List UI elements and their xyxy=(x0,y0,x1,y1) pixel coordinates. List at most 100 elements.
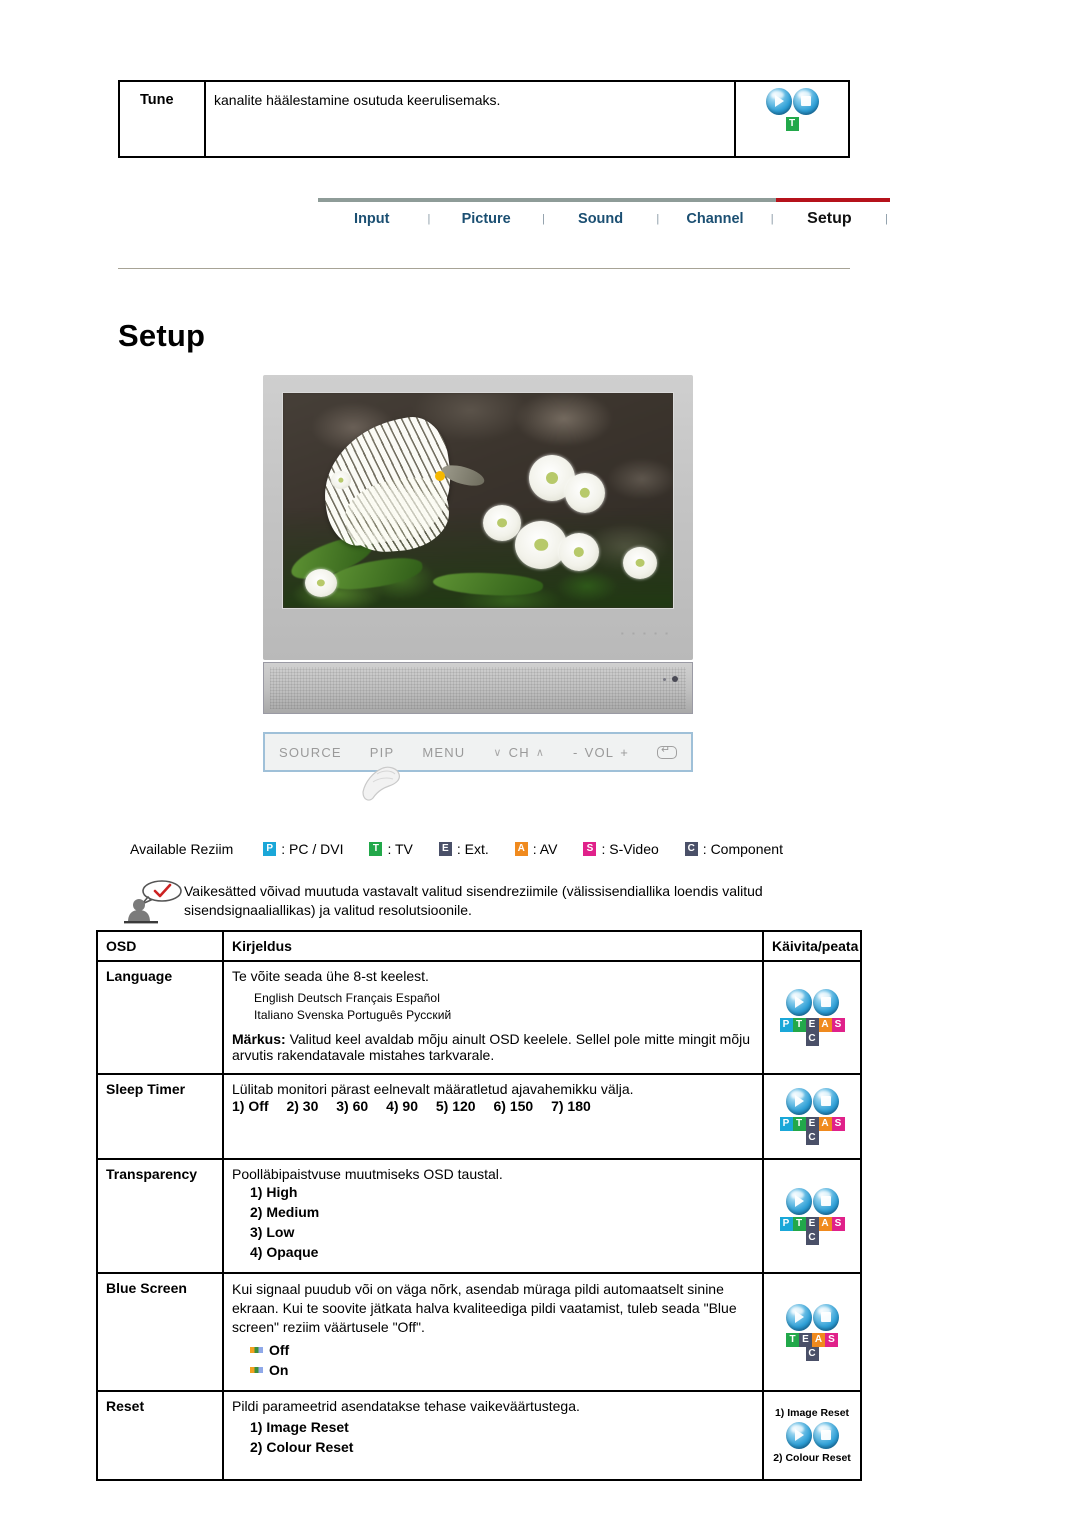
chevron-up-icon[interactable]: ∧ xyxy=(536,746,545,759)
nav-separator: | xyxy=(770,213,774,225)
language-list-line1: English Deutsch Français Español xyxy=(254,991,440,1005)
sleep-timer-description: Lülitab monitori pärast eelnevalt määrat… xyxy=(232,1081,634,1097)
blue-screen-option-on-label: On xyxy=(269,1362,289,1378)
pip-button[interactable]: PIP xyxy=(370,745,395,760)
tune-table: Tune kanalite häälestamine osutuda keeru… xyxy=(118,80,850,158)
butterfly-spot xyxy=(435,471,445,481)
photo-flower xyxy=(623,547,657,579)
photo-flower xyxy=(559,533,599,571)
tune-row-icons: T xyxy=(736,82,848,156)
section-divider xyxy=(118,268,850,269)
nav-separator: | xyxy=(427,213,431,225)
language-note-label: Märkus: xyxy=(232,1031,286,1047)
bullet-icon xyxy=(250,1367,263,1373)
note-person-icon xyxy=(122,880,184,928)
transparency-option-3: 3) Low xyxy=(250,1224,295,1240)
nav-separator: | xyxy=(541,213,545,225)
play-button-icon xyxy=(785,1303,812,1331)
tune-row-label: Tune xyxy=(120,82,206,156)
language-note: Märkus: Valitud keel avaldab mõju ainult… xyxy=(232,1031,754,1063)
tune-row-description: kanalite häälestamine osutuda keerulisem… xyxy=(206,82,736,156)
nav-line-sound xyxy=(546,198,662,202)
chevron-down-icon[interactable]: ∨ xyxy=(493,746,502,759)
mode-badge-c: C xyxy=(805,1131,819,1145)
nav-separator: | xyxy=(656,213,660,225)
mode-badge-t: T xyxy=(786,1332,799,1347)
volume-minus-button[interactable]: - xyxy=(573,745,579,760)
setup-options-table: OSD Kirjeldus Käivita/peata Language Te … xyxy=(96,930,862,1481)
play-button-icon xyxy=(765,88,792,115)
row-icons-sleep-timer: P T E A S C xyxy=(762,1073,862,1160)
mode-badge-t: T xyxy=(369,842,383,856)
mode-badges-language: P T E A S C xyxy=(779,1018,845,1046)
tab-input[interactable]: Input xyxy=(318,211,426,227)
monitor-brand-mark: ▪ ▪ ▪ ▪ ▪ xyxy=(620,629,671,638)
row-desc-blue-screen: Kui signaal puudub või on väga nõrk, ase… xyxy=(222,1272,764,1392)
available-modes-row: Available Reziim P : PC / DVI T : TV E :… xyxy=(130,841,809,857)
row-desc-reset: Pildi parameetrid asendatakse tehase vai… xyxy=(222,1390,764,1481)
mode-badge-p: P xyxy=(263,842,277,856)
available-modes-label: Available Reziim xyxy=(130,841,234,857)
channel-control-group[interactable]: ∨ CH ∧ xyxy=(493,745,545,760)
mode-badge-e: E xyxy=(438,842,452,856)
mode-badge-a: A xyxy=(514,842,528,856)
mode-badge-a: A xyxy=(818,1117,832,1131)
row-icons-blue-screen: T E A S C xyxy=(762,1272,862,1392)
table-header-kirjeldus: Kirjeldus xyxy=(222,930,764,962)
available-mode-pc-dvi: P : PC / DVI xyxy=(263,841,343,857)
transparency-option-2: 2) Medium xyxy=(250,1204,320,1220)
table-header-osd: OSD xyxy=(96,930,224,962)
tab-sound[interactable]: Sound xyxy=(547,211,655,227)
channel-label: CH xyxy=(508,744,530,760)
mode-badge-e: E xyxy=(805,1018,819,1032)
nav-line-setup-active xyxy=(775,198,891,202)
play-button-icon xyxy=(785,1088,812,1115)
mode-badge-c: C xyxy=(805,1230,819,1245)
table-header-row: OSD Kirjeldus Käivita/peata xyxy=(96,930,862,962)
source-button[interactable]: SOURCE xyxy=(279,745,342,760)
mode-badges-blue-screen: T E A S C xyxy=(786,1332,838,1361)
tab-picture[interactable]: Picture xyxy=(432,211,540,227)
reset-icon-bottom-label: 2) Colour Reset xyxy=(773,1452,851,1464)
table-header-kaivita-peata: Käivita/peata xyxy=(762,930,862,962)
volume-plus-button[interactable]: + xyxy=(620,745,629,760)
sleep-option-2: 2) 30 xyxy=(286,1098,319,1114)
reset-description: Pildi parameetrid asendatakse tehase vai… xyxy=(232,1398,580,1414)
mode-badge-s: S xyxy=(825,1332,838,1347)
nav-underline xyxy=(318,198,891,202)
reset-option-2: 2) Colour Reset xyxy=(250,1439,354,1455)
mode-badge-a: A xyxy=(818,1216,832,1231)
sleep-timer-options: 1) Off 2) 30 3) 60 4) 90 5) 120 6) 150 7… xyxy=(232,1098,754,1114)
control-button-pair xyxy=(785,1088,839,1115)
photo-flower xyxy=(565,473,605,513)
volume-control-group[interactable]: - VOL + xyxy=(573,745,629,760)
row-label-transparency: Transparency xyxy=(96,1158,224,1274)
available-mode-ext-text: : Ext. xyxy=(456,841,489,857)
tune-mode-badges: T xyxy=(785,117,799,131)
stop-button-icon xyxy=(812,1303,839,1331)
mode-badge-a: A xyxy=(812,1332,825,1347)
language-description: Te võite seada ühe 8-st keelest. xyxy=(232,968,429,984)
mode-badge-t: T xyxy=(792,1117,806,1131)
mode-badge-p: P xyxy=(779,1216,793,1231)
mode-badge-t: T xyxy=(792,1018,806,1032)
table-row: Reset Pildi parameetrid asendatakse teha… xyxy=(96,1390,862,1481)
control-button-pair xyxy=(785,1303,839,1331)
enter-icon[interactable] xyxy=(656,743,677,759)
nav-line-picture xyxy=(432,198,547,202)
sleep-option-7: 7) 180 xyxy=(551,1098,591,1114)
table-row: Sleep Timer Lülitab monitori pärast eeln… xyxy=(96,1073,862,1160)
power-led-icon xyxy=(672,676,678,682)
tab-channel[interactable]: Channel xyxy=(661,211,769,227)
tab-setup[interactable]: Setup xyxy=(776,210,884,228)
reset-option-1: 1) Image Reset xyxy=(250,1419,349,1435)
monitor-illustration: ▪ ▪ ▪ ▪ ▪ SOURCE PIP MENU ∨ CH ∧ - VOL + xyxy=(263,375,693,772)
blue-screen-option-off: Off xyxy=(250,1340,754,1360)
note-text: Vaikesätted võivad muutuda vastavalt val… xyxy=(184,883,763,918)
menu-button[interactable]: MENU xyxy=(422,745,465,760)
play-button-icon xyxy=(785,1422,812,1449)
sleep-option-1: 1) Off xyxy=(232,1098,269,1114)
available-mode-av-text: : AV xyxy=(532,841,558,857)
mode-badge-e: E xyxy=(805,1216,819,1231)
row-label-blue-screen: Blue Screen xyxy=(96,1272,224,1392)
